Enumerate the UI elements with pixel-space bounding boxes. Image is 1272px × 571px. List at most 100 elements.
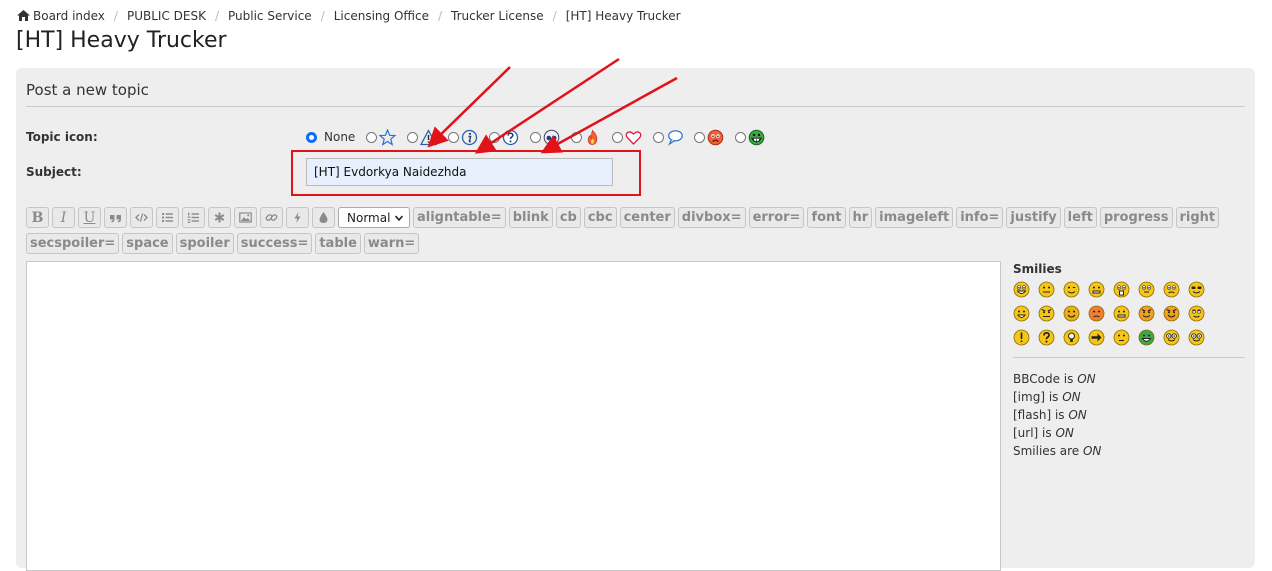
flash-button[interactable]: [286, 207, 309, 228]
smiley-icon[interactable]: [1013, 329, 1030, 346]
smiley-icon[interactable]: [1113, 281, 1130, 298]
smiley-icon[interactable]: [1188, 305, 1205, 322]
tag-blink-button[interactable]: blink: [508, 207, 553, 228]
tag-divbox-button[interactable]: divbox=: [677, 207, 746, 228]
topic-icon-sad-face-option[interactable]: [694, 129, 724, 146]
tag-font-button[interactable]: font: [807, 207, 846, 228]
topic-icon-info-option[interactable]: [448, 129, 478, 146]
topic-icon-fire-option[interactable]: [571, 129, 601, 146]
breadcrumb-heavy-trucker[interactable]: [HT] Heavy Trucker: [566, 9, 681, 23]
topic-icon-none-option[interactable]: None: [306, 130, 355, 144]
tag-left-button[interactable]: left: [1063, 207, 1097, 228]
smiley-icon[interactable]: [1138, 305, 1155, 322]
topic-icon-radio[interactable]: [694, 131, 706, 143]
italic-button[interactable]: I: [52, 207, 75, 228]
smiley-icon[interactable]: [1138, 281, 1155, 298]
asterisk-icon: [214, 212, 225, 223]
code-button[interactable]: [130, 207, 153, 228]
tag-spoiler-button[interactable]: spoiler: [175, 233, 234, 254]
tag-hr-button[interactable]: hr: [848, 207, 873, 228]
page-title[interactable]: [HT] Heavy Trucker: [16, 28, 227, 53]
tag-cbc-button[interactable]: cbc: [583, 207, 617, 228]
subject-label: Subject:: [26, 165, 82, 179]
editor-sidebar: Smilies BBCode is ON [img] is ON [flash]…: [1013, 261, 1245, 460]
subject-input[interactable]: [306, 158, 613, 186]
smiley-icon[interactable]: [1113, 329, 1130, 346]
link-button[interactable]: [260, 207, 283, 228]
font-size-select[interactable]: Normal: [338, 207, 410, 228]
smiley-icon[interactable]: [1163, 329, 1180, 346]
breadcrumb-public-desk[interactable]: PUBLIC DESK: [127, 9, 206, 23]
topic-icon-radio[interactable]: [448, 131, 460, 143]
font-size-select-value: Normal: [347, 210, 391, 225]
smiley-icon[interactable]: [1163, 305, 1180, 322]
breadcrumb-board-index[interactable]: Board index: [33, 9, 105, 23]
smiley-icon[interactable]: [1038, 305, 1055, 322]
smiley-icon[interactable]: [1063, 281, 1080, 298]
warning-icon: [420, 128, 438, 145]
bbcode-toolbar: B I U Normal aligntable= blink cb cbc ce…: [26, 207, 1236, 259]
bbcode-status: BBCode is ON: [1013, 372, 1096, 386]
tag-imageleft-button[interactable]: imageleft: [875, 207, 954, 228]
breadcrumb-public-service[interactable]: Public Service: [228, 9, 312, 23]
color-button[interactable]: [312, 207, 335, 228]
tag-cb-button[interactable]: cb: [555, 207, 581, 228]
tag-table-button[interactable]: table: [315, 233, 361, 254]
topic-icon-none-radio[interactable]: [306, 131, 317, 143]
smiley-icon[interactable]: [1163, 281, 1180, 298]
asterisk-button[interactable]: [208, 207, 231, 228]
smiley-icon[interactable]: [1088, 329, 1105, 346]
list-button[interactable]: [156, 207, 179, 228]
smiley-icon[interactable]: [1188, 329, 1205, 346]
smiley-icon[interactable]: [1013, 281, 1030, 298]
tag-error-button[interactable]: error=: [748, 207, 805, 228]
tag-secspoiler-button[interactable]: secspoiler=: [26, 233, 120, 254]
quote-button[interactable]: [104, 207, 127, 228]
smiley-icon[interactable]: [1138, 329, 1155, 346]
topic-icon-heart-option[interactable]: [612, 129, 642, 146]
topic-icon-radio[interactable]: [407, 131, 419, 143]
tag-aligntable-button[interactable]: aligntable=: [413, 207, 506, 228]
topic-icon-radio[interactable]: [366, 131, 378, 143]
url-status: [url] is ON: [1013, 426, 1074, 440]
smilies-status: Smilies are ON: [1013, 444, 1102, 458]
breadcrumb-licensing-office[interactable]: Licensing Office: [334, 9, 429, 23]
tag-warn-button[interactable]: warn=: [363, 233, 420, 254]
topic-icon-radio[interactable]: [489, 131, 501, 143]
smiley-icon[interactable]: [1113, 305, 1130, 322]
topic-icon-eyes-option[interactable]: [530, 129, 560, 146]
message-textarea[interactable]: [26, 261, 1001, 571]
topic-icon-options: None: [306, 128, 776, 146]
topic-icon-question-option[interactable]: [489, 129, 519, 146]
topic-icon-speech-bubble-option[interactable]: [653, 129, 684, 146]
tag-right-button[interactable]: right: [1175, 207, 1220, 228]
smiley-icon[interactable]: [1088, 305, 1105, 322]
smiley-icon[interactable]: [1088, 281, 1105, 298]
smiley-icon[interactable]: [1013, 305, 1030, 322]
tag-center-button[interactable]: center: [619, 207, 675, 228]
smiley-icon[interactable]: [1063, 329, 1080, 346]
topic-icon-radio[interactable]: [612, 131, 624, 143]
bold-button[interactable]: B: [26, 207, 49, 228]
smiley-icon[interactable]: [1188, 281, 1205, 298]
topic-icon-radio[interactable]: [653, 131, 665, 143]
tag-info-button[interactable]: info=: [956, 207, 1004, 228]
tag-space-button[interactable]: space: [122, 233, 173, 254]
smiley-icon[interactable]: [1063, 305, 1080, 322]
tag-justify-button[interactable]: justify: [1006, 207, 1061, 228]
tag-success-button[interactable]: success=: [236, 233, 313, 254]
topic-icon-warning-option[interactable]: [407, 128, 438, 146]
topic-icon-radio[interactable]: [571, 131, 583, 143]
topic-icon-radio[interactable]: [735, 131, 747, 143]
underline-button[interactable]: U: [78, 207, 101, 228]
breadcrumb-trucker-license[interactable]: Trucker License: [451, 9, 544, 23]
topic-icon-grin-face-option[interactable]: [735, 129, 765, 146]
smiley-icon[interactable]: [1038, 329, 1055, 346]
smilies-title: Smilies: [1013, 262, 1062, 276]
smiley-icon[interactable]: [1038, 281, 1055, 298]
image-button[interactable]: [234, 207, 257, 228]
numbered-list-button[interactable]: [182, 207, 205, 228]
tag-progress-button[interactable]: progress: [1099, 207, 1173, 228]
topic-icon-star-option[interactable]: [366, 128, 397, 146]
topic-icon-radio[interactable]: [530, 131, 542, 143]
